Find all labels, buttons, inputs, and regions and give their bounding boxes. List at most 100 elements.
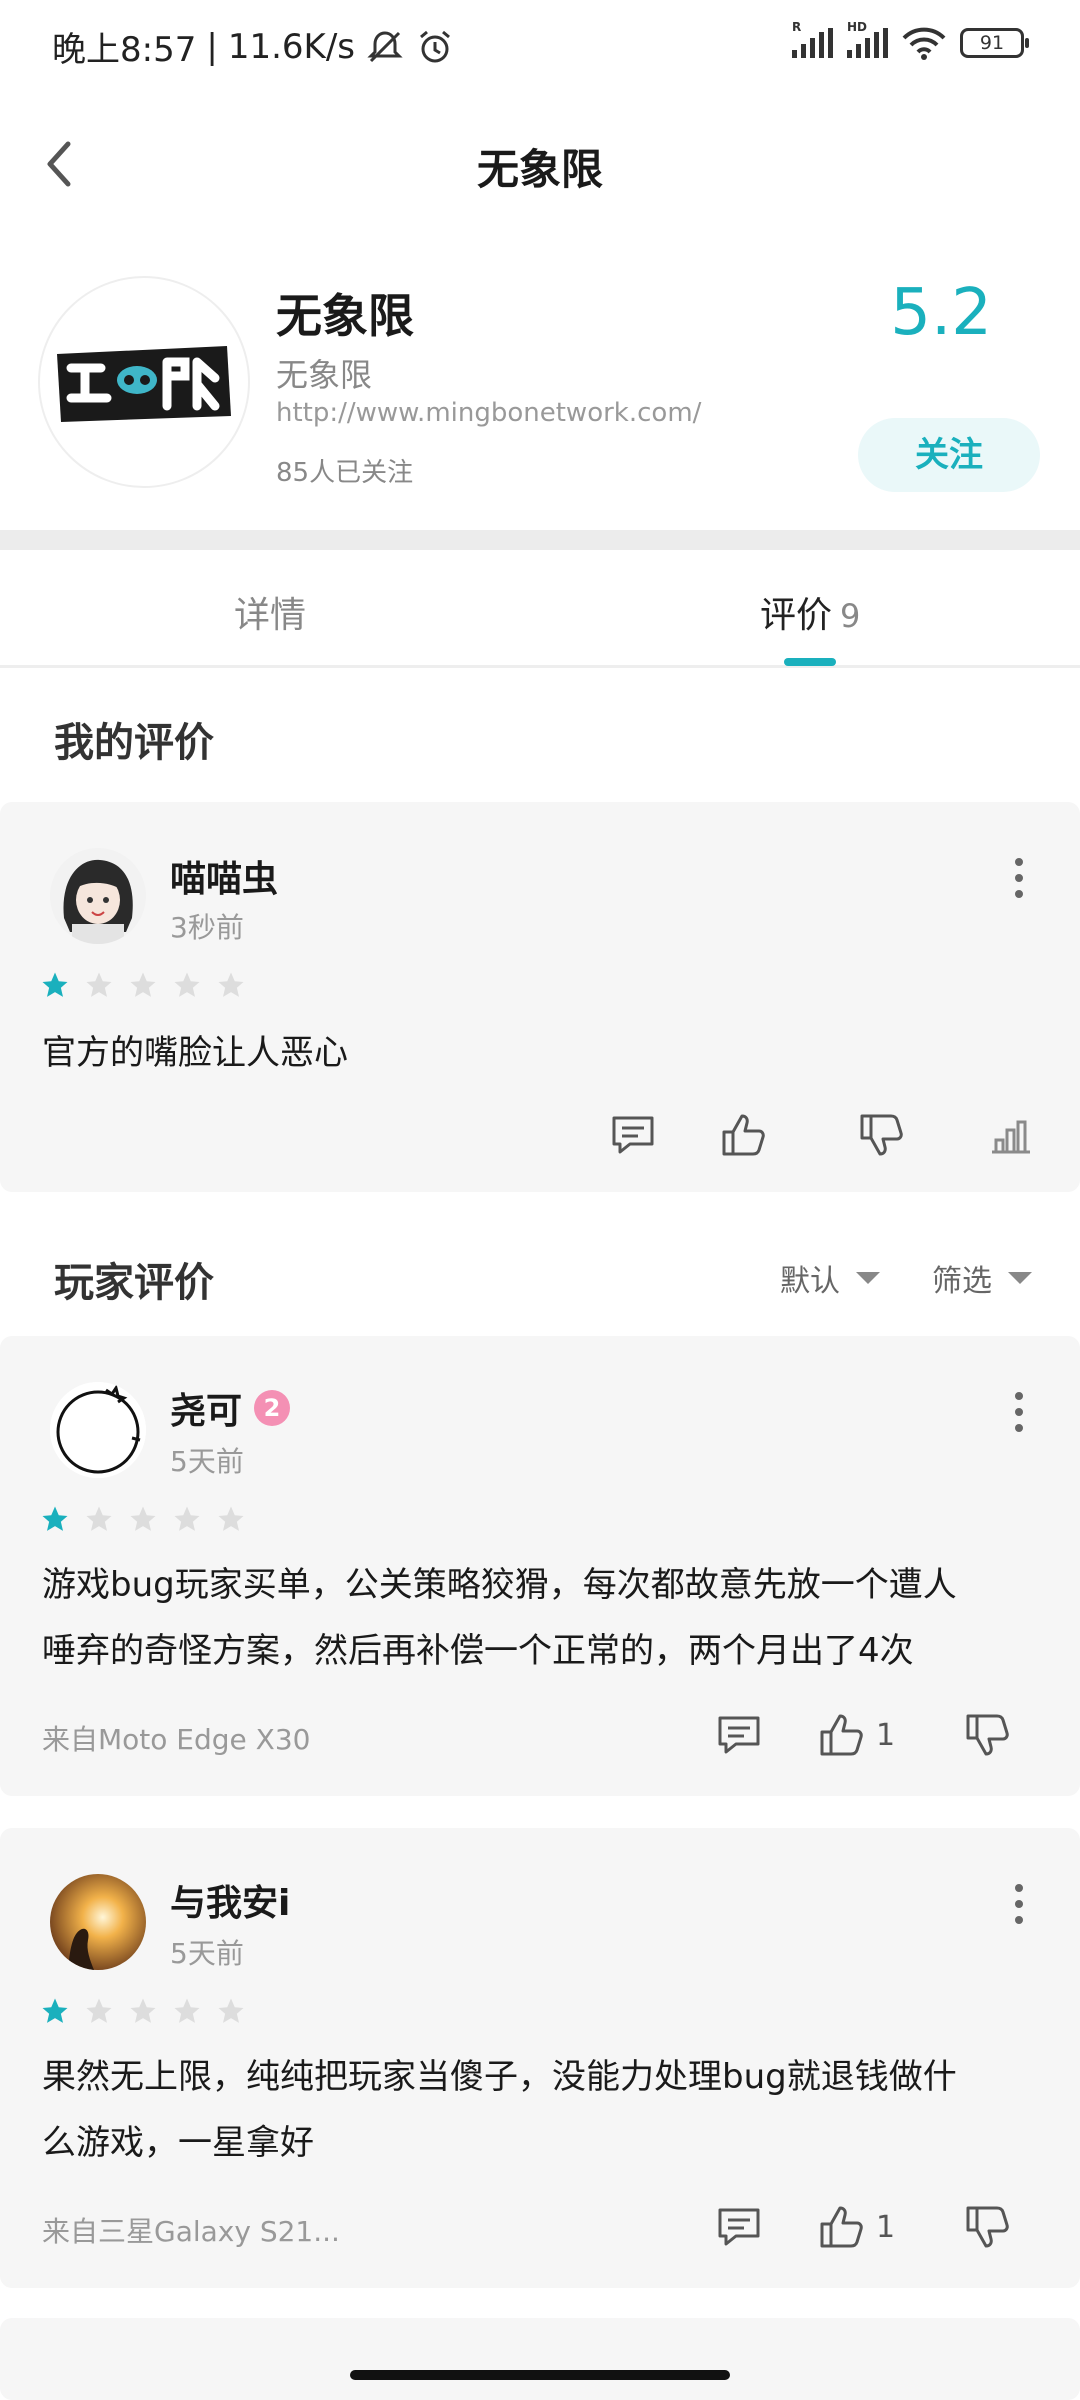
review-content-line: 唾弃的奇怪方案，然后再补偿一个正常的，两个月出了4次 bbox=[42, 1631, 914, 1671]
dislike-button[interactable] bbox=[962, 1710, 1012, 1760]
tab-details[interactable]: 详情 bbox=[234, 586, 306, 638]
review-content-line: 么游戏，一星拿好 bbox=[42, 2123, 314, 2163]
star-empty-icon bbox=[86, 1998, 112, 2023]
game-developer: 无象限 bbox=[276, 356, 373, 394]
more-options-icon[interactable] bbox=[1014, 1884, 1024, 1924]
review-content-line: 游戏bug玩家买单，公关策略狡猾，每次都故意先放一个遭人 bbox=[42, 1565, 957, 1605]
thumbs-down-icon bbox=[860, 1114, 903, 1156]
avatar[interactable] bbox=[50, 1382, 146, 1478]
signal-icon: R bbox=[792, 20, 833, 58]
star-rating bbox=[40, 1996, 246, 2026]
like-count: 1 bbox=[876, 2209, 896, 2245]
star-empty-icon bbox=[130, 1998, 156, 2023]
dropdown-arrow-icon bbox=[1008, 1272, 1032, 1284]
review-content: 果然无上限，纯纯把玩家当傻子，没能力处理bug就退钱做什 么游戏，一星拿好 bbox=[42, 2044, 1040, 2176]
reviewer-name-text: 与我安i bbox=[170, 1883, 291, 1924]
tab-reviews-label: 评价 bbox=[760, 595, 833, 636]
avatar[interactable] bbox=[50, 848, 146, 944]
sort-dropdown[interactable]: 默认 bbox=[780, 1256, 880, 1300]
thumbs-up-icon bbox=[820, 2206, 863, 2248]
follower-count: 85人已关注 bbox=[276, 458, 414, 488]
status-bar: 晚上8:57 | 11.6K/s R HD 91 bbox=[0, 0, 1080, 92]
more-options-icon[interactable] bbox=[1014, 858, 1024, 898]
like-count: 1 bbox=[876, 1717, 896, 1753]
dropdown-arrow-icon bbox=[856, 1272, 880, 1284]
signal-hd-icon: HD bbox=[847, 20, 888, 58]
mute-bell-icon bbox=[367, 30, 403, 62]
comment-button[interactable] bbox=[608, 1110, 658, 1160]
star-filled-icon bbox=[42, 1998, 68, 2023]
thumbs-up-icon bbox=[722, 1114, 765, 1156]
like-button[interactable] bbox=[718, 1110, 768, 1160]
game-logo-icon bbox=[57, 346, 231, 422]
filter-label: 筛选 bbox=[932, 1264, 992, 1299]
review-content-line: 果然无上限，纯纯把玩家当傻子，没能力处理bug就退钱做什 bbox=[42, 2057, 957, 2097]
star-rating bbox=[40, 970, 246, 1000]
follow-button[interactable]: 关注 bbox=[858, 418, 1040, 492]
star-empty-icon bbox=[174, 1998, 200, 2023]
filter-dropdown[interactable]: 筛选 bbox=[932, 1256, 1032, 1300]
reviewer-name[interactable]: 喵喵虫 bbox=[170, 850, 278, 902]
reviewer-name[interactable]: 与我安i bbox=[170, 1874, 290, 1926]
comment-button[interactable] bbox=[714, 1710, 764, 1760]
my-review-title: 我的评价 bbox=[54, 720, 214, 766]
review-time: 5天前 bbox=[170, 1445, 244, 1478]
review-card-next bbox=[0, 2318, 1080, 2400]
star-filled-icon bbox=[42, 972, 68, 997]
stats-button[interactable] bbox=[986, 1110, 1036, 1160]
status-left: 晚上8:57 | 11.6K/s bbox=[52, 22, 455, 71]
avatar-image bbox=[50, 1874, 146, 1970]
review-card: 与我安i 5天前 果然无上限，纯纯把玩家当傻子，没能力处理bug就退钱做什 么游… bbox=[0, 1828, 1080, 2288]
reviewer-name[interactable]: 尧可 2 bbox=[170, 1382, 291, 1434]
review-time: 5天前 bbox=[170, 1937, 244, 1970]
bar-chart-icon bbox=[992, 1120, 1030, 1154]
dislike-button[interactable] bbox=[962, 2202, 1012, 2252]
tab-bar: 详情 评价 9 bbox=[0, 550, 1080, 668]
comment-button[interactable] bbox=[714, 2202, 764, 2252]
like-button[interactable]: 1 bbox=[816, 2202, 895, 2252]
more-options-icon[interactable] bbox=[1014, 1392, 1024, 1432]
status-right: R HD 91 bbox=[792, 20, 1029, 60]
thumbs-up-icon bbox=[820, 1714, 863, 1756]
star-empty-icon bbox=[218, 972, 244, 997]
game-name: 无象限 bbox=[276, 289, 414, 343]
star-empty-icon bbox=[174, 972, 200, 997]
reviewer-name-text: 喵喵虫 bbox=[170, 859, 279, 900]
status-divider: | bbox=[206, 26, 218, 67]
like-button[interactable]: 1 bbox=[816, 1710, 895, 1760]
level-badge: 2 bbox=[254, 1390, 291, 1426]
network-speed: 11.6K/s bbox=[227, 26, 355, 67]
review-card: 尧可 2 5天前 游戏bug玩家买单，公关策略狡猾，每次都故意先放一个遭人 唾弃… bbox=[0, 1336, 1080, 1796]
tab-reviews[interactable]: 评价 9 bbox=[760, 586, 860, 638]
my-review-card: 喵喵虫 3秒前 官方的嘴脸让人恶心 bbox=[0, 802, 1080, 1192]
star-rating bbox=[40, 1504, 246, 1534]
review-content: 官方的嘴脸让人恶心 bbox=[42, 1033, 348, 1073]
avatar[interactable] bbox=[50, 1874, 146, 1970]
game-score: 5.2 bbox=[890, 276, 992, 350]
game-logo[interactable] bbox=[38, 276, 250, 488]
signal-hd-tag: HD bbox=[847, 20, 868, 34]
reviewer-name-text: 尧可 bbox=[170, 1391, 243, 1432]
device-label: 来自三星Galaxy S21... bbox=[42, 2215, 340, 2248]
star-empty-icon bbox=[218, 1998, 244, 2023]
tab-details-label: 详情 bbox=[234, 595, 307, 636]
comment-icon bbox=[612, 1116, 654, 1154]
comment-icon bbox=[718, 1716, 760, 1754]
star-empty-icon bbox=[86, 1506, 112, 1531]
game-info: 无象限 无象限 http://www.mingbonetwork.com/ 85… bbox=[0, 270, 1080, 520]
alarm-clock-icon bbox=[420, 30, 450, 62]
star-empty-icon bbox=[218, 1506, 244, 1531]
avatar-image bbox=[50, 1382, 146, 1478]
home-indicator[interactable] bbox=[350, 2370, 730, 2380]
sort-label: 默认 bbox=[780, 1264, 840, 1299]
star-filled-icon bbox=[42, 1506, 68, 1531]
comment-icon bbox=[718, 2208, 760, 2246]
section-divider bbox=[0, 530, 1080, 550]
page-title: 无象限 bbox=[476, 145, 603, 194]
star-empty-icon bbox=[130, 972, 156, 997]
dislike-button[interactable] bbox=[856, 1110, 906, 1160]
tab-reviews-count: 9 bbox=[840, 597, 861, 635]
game-url[interactable]: http://www.mingbonetwork.com/ bbox=[276, 398, 701, 428]
battery-icon: 91 bbox=[960, 28, 1029, 58]
signal-tag: R bbox=[792, 20, 802, 34]
